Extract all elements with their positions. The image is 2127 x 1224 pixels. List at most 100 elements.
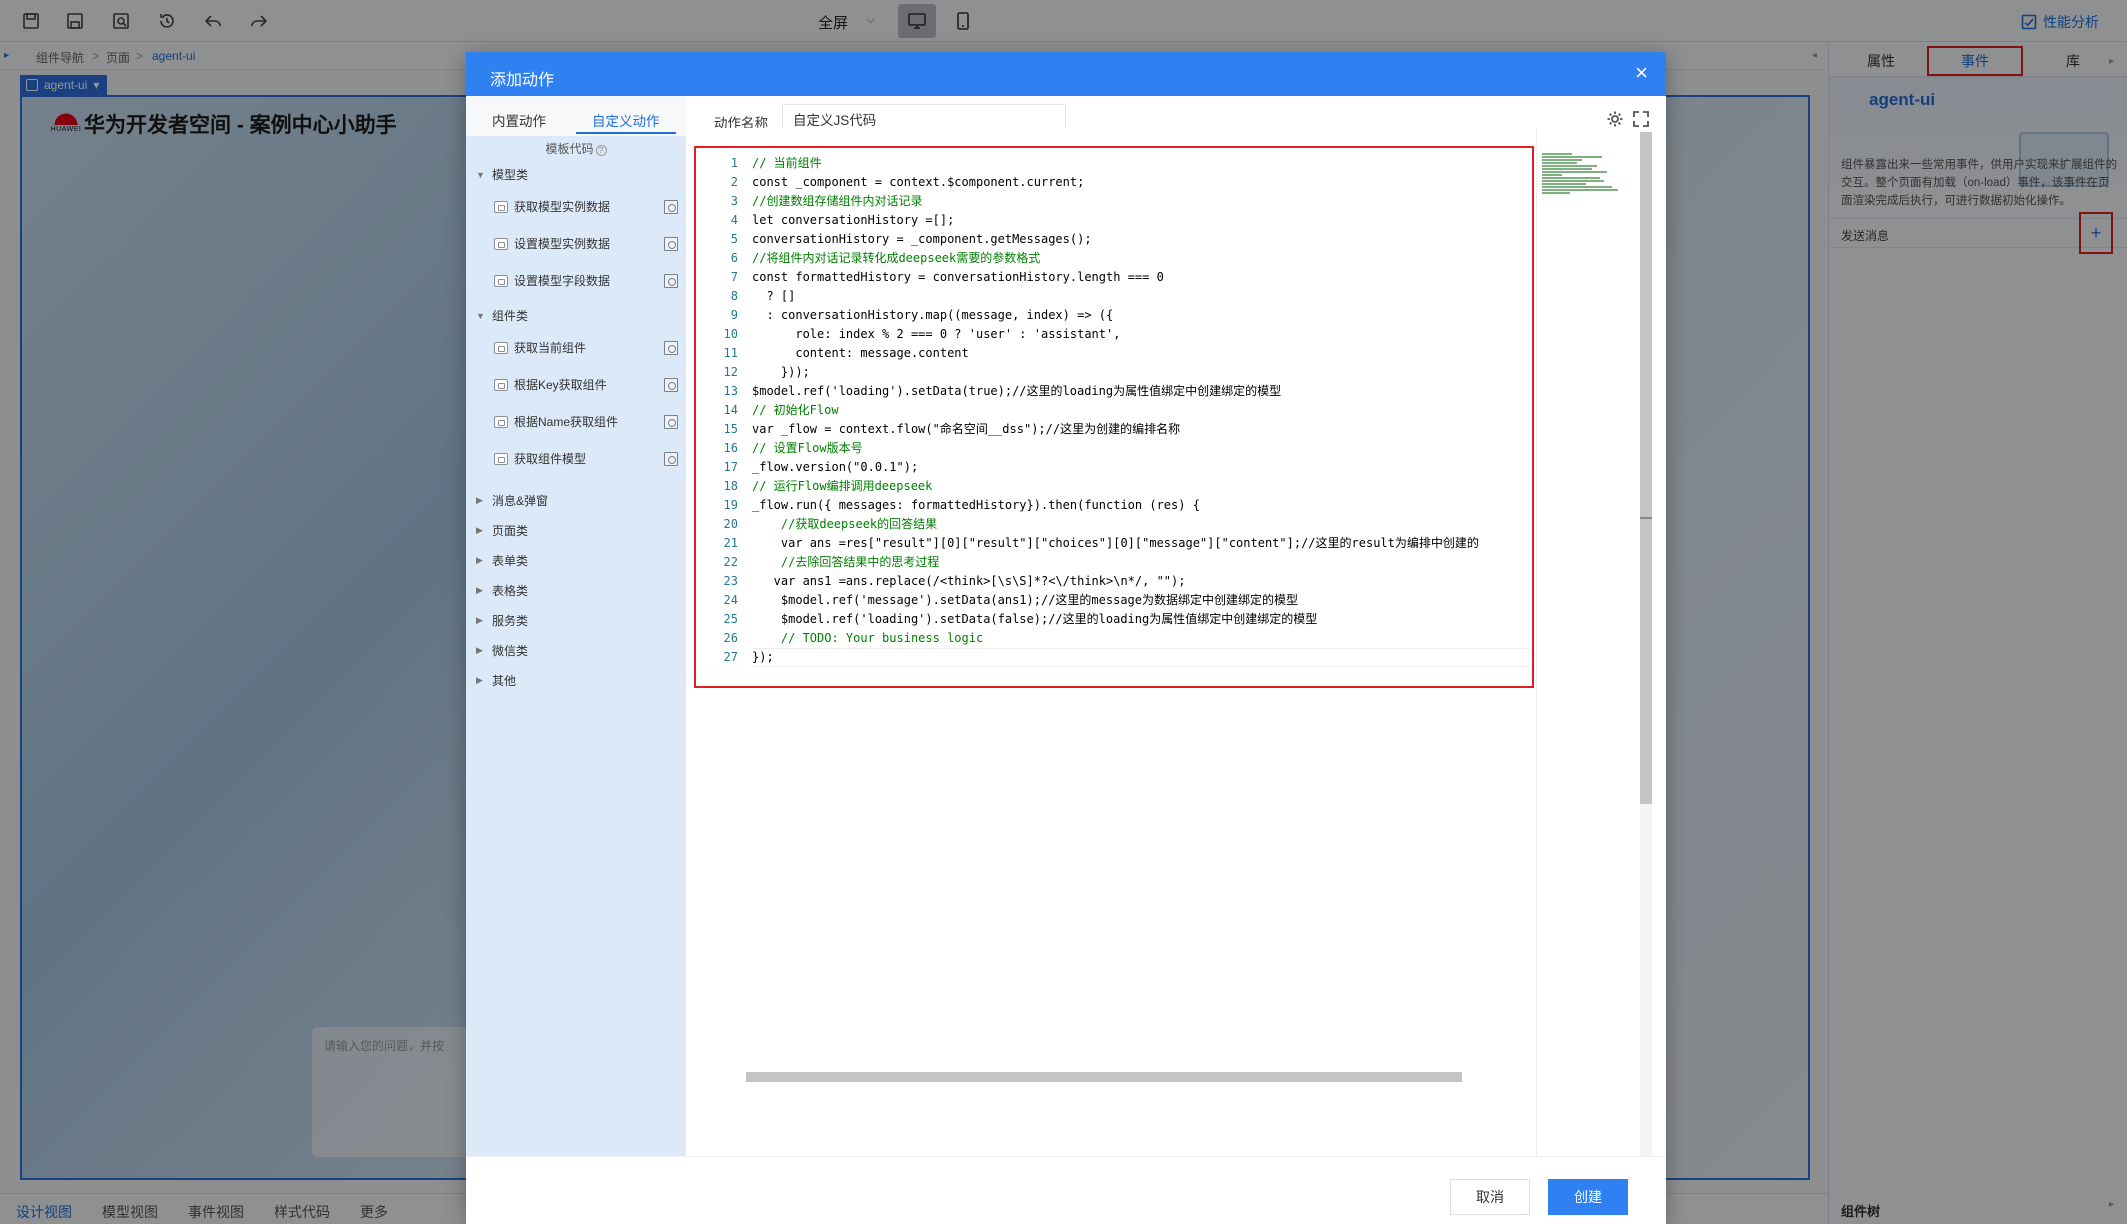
code-line[interactable]: $model.ref('message').setData(ans1);//这里… <box>752 591 1532 610</box>
action-template-panel: 内置动作 自定义动作 模板代码? ▼ 模型类 获取模型实例数据 设置模型实例数据 … <box>466 96 686 1208</box>
cloud-icon <box>494 200 508 213</box>
preview-icon[interactable] <box>664 340 678 355</box>
line-number: 23 <box>723 574 738 588</box>
category-service[interactable]: ▶ 服务类 <box>476 612 528 629</box>
code-line[interactable]: : conversationHistory.map((message, inde… <box>752 306 1532 325</box>
caret-right-icon: ▶ <box>476 525 483 535</box>
caret-right-icon: ▶ <box>476 555 483 565</box>
template-item[interactable]: 根据Name获取组件 <box>494 413 678 430</box>
line-number: 2 <box>730 175 738 189</box>
tab-builtin-actions[interactable]: 内置动作 <box>492 110 546 130</box>
line-number: 24 <box>723 593 738 607</box>
preview-icon[interactable] <box>664 236 678 251</box>
code-line[interactable]: //创建数组存储组件内对话记录 <box>752 192 1532 211</box>
preview-icon[interactable] <box>664 199 678 214</box>
code-line[interactable]: ? [] <box>752 287 1532 306</box>
template-tree: 模板代码? ▼ 模型类 获取模型实例数据 设置模型实例数据 设置模型字段数据 ▼ 组… <box>466 136 686 1208</box>
line-number: 16 <box>723 441 738 455</box>
line-number: 3 <box>730 194 738 208</box>
close-icon[interactable]: × <box>1635 60 1648 86</box>
line-numbers: 1 2 3 4 5 6 7 8 9 10 11 12 13 14 15 16 17 18 19 20 21 22 23 24 2… <box>698 154 738 667</box>
code-line[interactable]: $model.ref('loading').setData(false);//这… <box>752 610 1532 629</box>
template-item[interactable]: 根据Key获取组件 <box>494 376 678 393</box>
category-page[interactable]: ▶ 页面类 <box>476 522 528 539</box>
line-number: 20 <box>723 517 738 531</box>
category-wechat[interactable]: ▶ 微信类 <box>476 642 528 659</box>
preview-icon[interactable] <box>664 414 678 429</box>
preview-icon[interactable] <box>664 451 678 466</box>
line-number: 9 <box>730 308 738 322</box>
code-line[interactable]: $model.ref('loading').setData(true);//这里… <box>752 382 1532 401</box>
horizontal-scrollbar[interactable] <box>746 1072 1462 1082</box>
dialog-title: 添加动作 <box>490 72 555 89</box>
component-icon <box>494 452 508 465</box>
component-icon <box>494 415 508 428</box>
line-number: 25 <box>723 612 738 626</box>
code-editor[interactable]: 1 2 3 4 5 6 7 8 9 10 11 12 13 14 15 16 17 18 19 20 21 22 23 24 2… <box>692 128 1652 1188</box>
template-item[interactable]: 获取模型实例数据 <box>494 198 678 215</box>
caret-right-icon: ▶ <box>476 615 483 625</box>
code-line[interactable]: }); <box>752 648 1532 667</box>
line-number: 22 <box>723 555 738 569</box>
template-item[interactable]: 设置模型实例数据 <box>494 235 678 252</box>
code-content[interactable]: // 当前组件 const _component = context.$compo… <box>752 154 1532 667</box>
minimap[interactable] <box>1542 152 1622 212</box>
code-line[interactable]: conversationHistory = _component.getMess… <box>752 230 1532 249</box>
code-line[interactable]: _flow.run({ messages: formattedHistory})… <box>752 496 1532 515</box>
cancel-button[interactable]: 取消 <box>1450 1179 1530 1215</box>
gear-icon[interactable] <box>1606 110 1624 128</box>
code-line[interactable]: content: message.content <box>752 344 1532 363</box>
category-message[interactable]: ▶ 消息&弹窗 <box>476 492 548 509</box>
line-number: 11 <box>723 346 738 360</box>
line-number: 27 <box>723 650 738 664</box>
line-number: 1 <box>730 156 738 170</box>
preview-icon[interactable] <box>664 377 678 392</box>
cloud-icon <box>494 274 508 287</box>
code-line[interactable]: // TODO: Your business logic <box>752 629 1532 648</box>
code-line[interactable]: // 运行Flow编排调用deepseek <box>752 477 1532 496</box>
line-number: 13 <box>723 384 738 398</box>
vertical-scrollbar[interactable] <box>1640 132 1652 1192</box>
line-number: 26 <box>723 631 738 645</box>
code-line[interactable]: })); <box>752 363 1532 382</box>
line-number: 18 <box>723 479 738 493</box>
code-line[interactable]: const _component = context.$component.cu… <box>752 173 1532 192</box>
help-icon[interactable]: ? <box>595 145 607 156</box>
code-line[interactable]: _flow.version("0.0.1"); <box>752 458 1532 477</box>
line-number: 7 <box>730 270 738 284</box>
code-line[interactable]: var _flow = context.flow("命名空间__dss");//… <box>752 420 1532 439</box>
preview-icon[interactable] <box>664 273 678 288</box>
component-icon <box>494 378 508 391</box>
code-line[interactable]: //将组件内对话记录转化成deepseek需要的参数格式 <box>752 249 1532 268</box>
caret-right-icon: ▶ <box>476 645 483 655</box>
code-line[interactable]: const formattedHistory = conversationHis… <box>752 268 1532 287</box>
caret-down-icon: ▼ <box>476 310 485 321</box>
category-model[interactable]: ▼ 模型类 <box>476 166 528 183</box>
code-line[interactable]: //获取deepseek的回答结果 <box>752 515 1532 534</box>
code-line[interactable]: var ans1 =ans.replace(/<think>[\s\S]*?<\… <box>752 572 1532 591</box>
category-component[interactable]: ▼ 组件类 <box>476 307 528 324</box>
code-line[interactable]: // 设置Flow版本号 <box>752 439 1532 458</box>
template-code-label: 模板代码? <box>466 140 686 157</box>
template-item[interactable]: 获取组件模型 <box>494 450 678 467</box>
code-line[interactable]: let conversationHistory =[]; <box>752 211 1532 230</box>
line-number: 4 <box>730 213 738 227</box>
template-item[interactable]: 设置模型字段数据 <box>494 272 678 289</box>
category-table[interactable]: ▶ 表格类 <box>476 582 528 599</box>
line-number: 5 <box>730 232 738 246</box>
dialog-header: 添加动作 × <box>466 52 1666 96</box>
code-line[interactable]: // 初始化Flow <box>752 401 1532 420</box>
template-item[interactable]: 获取当前组件 <box>494 339 678 356</box>
category-other[interactable]: ▶ 其他 <box>476 672 516 689</box>
create-button[interactable]: 创建 <box>1548 1179 1628 1215</box>
code-line[interactable]: // 当前组件 <box>752 154 1532 173</box>
category-form[interactable]: ▶ 表单类 <box>476 552 528 569</box>
code-line[interactable]: //去除回答结果中的思考过程 <box>752 553 1532 572</box>
dialog-footer: 取消 创建 <box>466 1156 1666 1224</box>
expand-icon[interactable] <box>1632 110 1650 128</box>
code-line[interactable]: var ans =res["result"][0]["result"]["cho… <box>752 534 1532 553</box>
cloud-icon <box>494 237 508 250</box>
line-number: 10 <box>723 327 738 341</box>
code-line[interactable]: role: index % 2 === 0 ? 'user' : 'assist… <box>752 325 1532 344</box>
tab-custom-actions[interactable]: 自定义动作 <box>592 110 660 130</box>
